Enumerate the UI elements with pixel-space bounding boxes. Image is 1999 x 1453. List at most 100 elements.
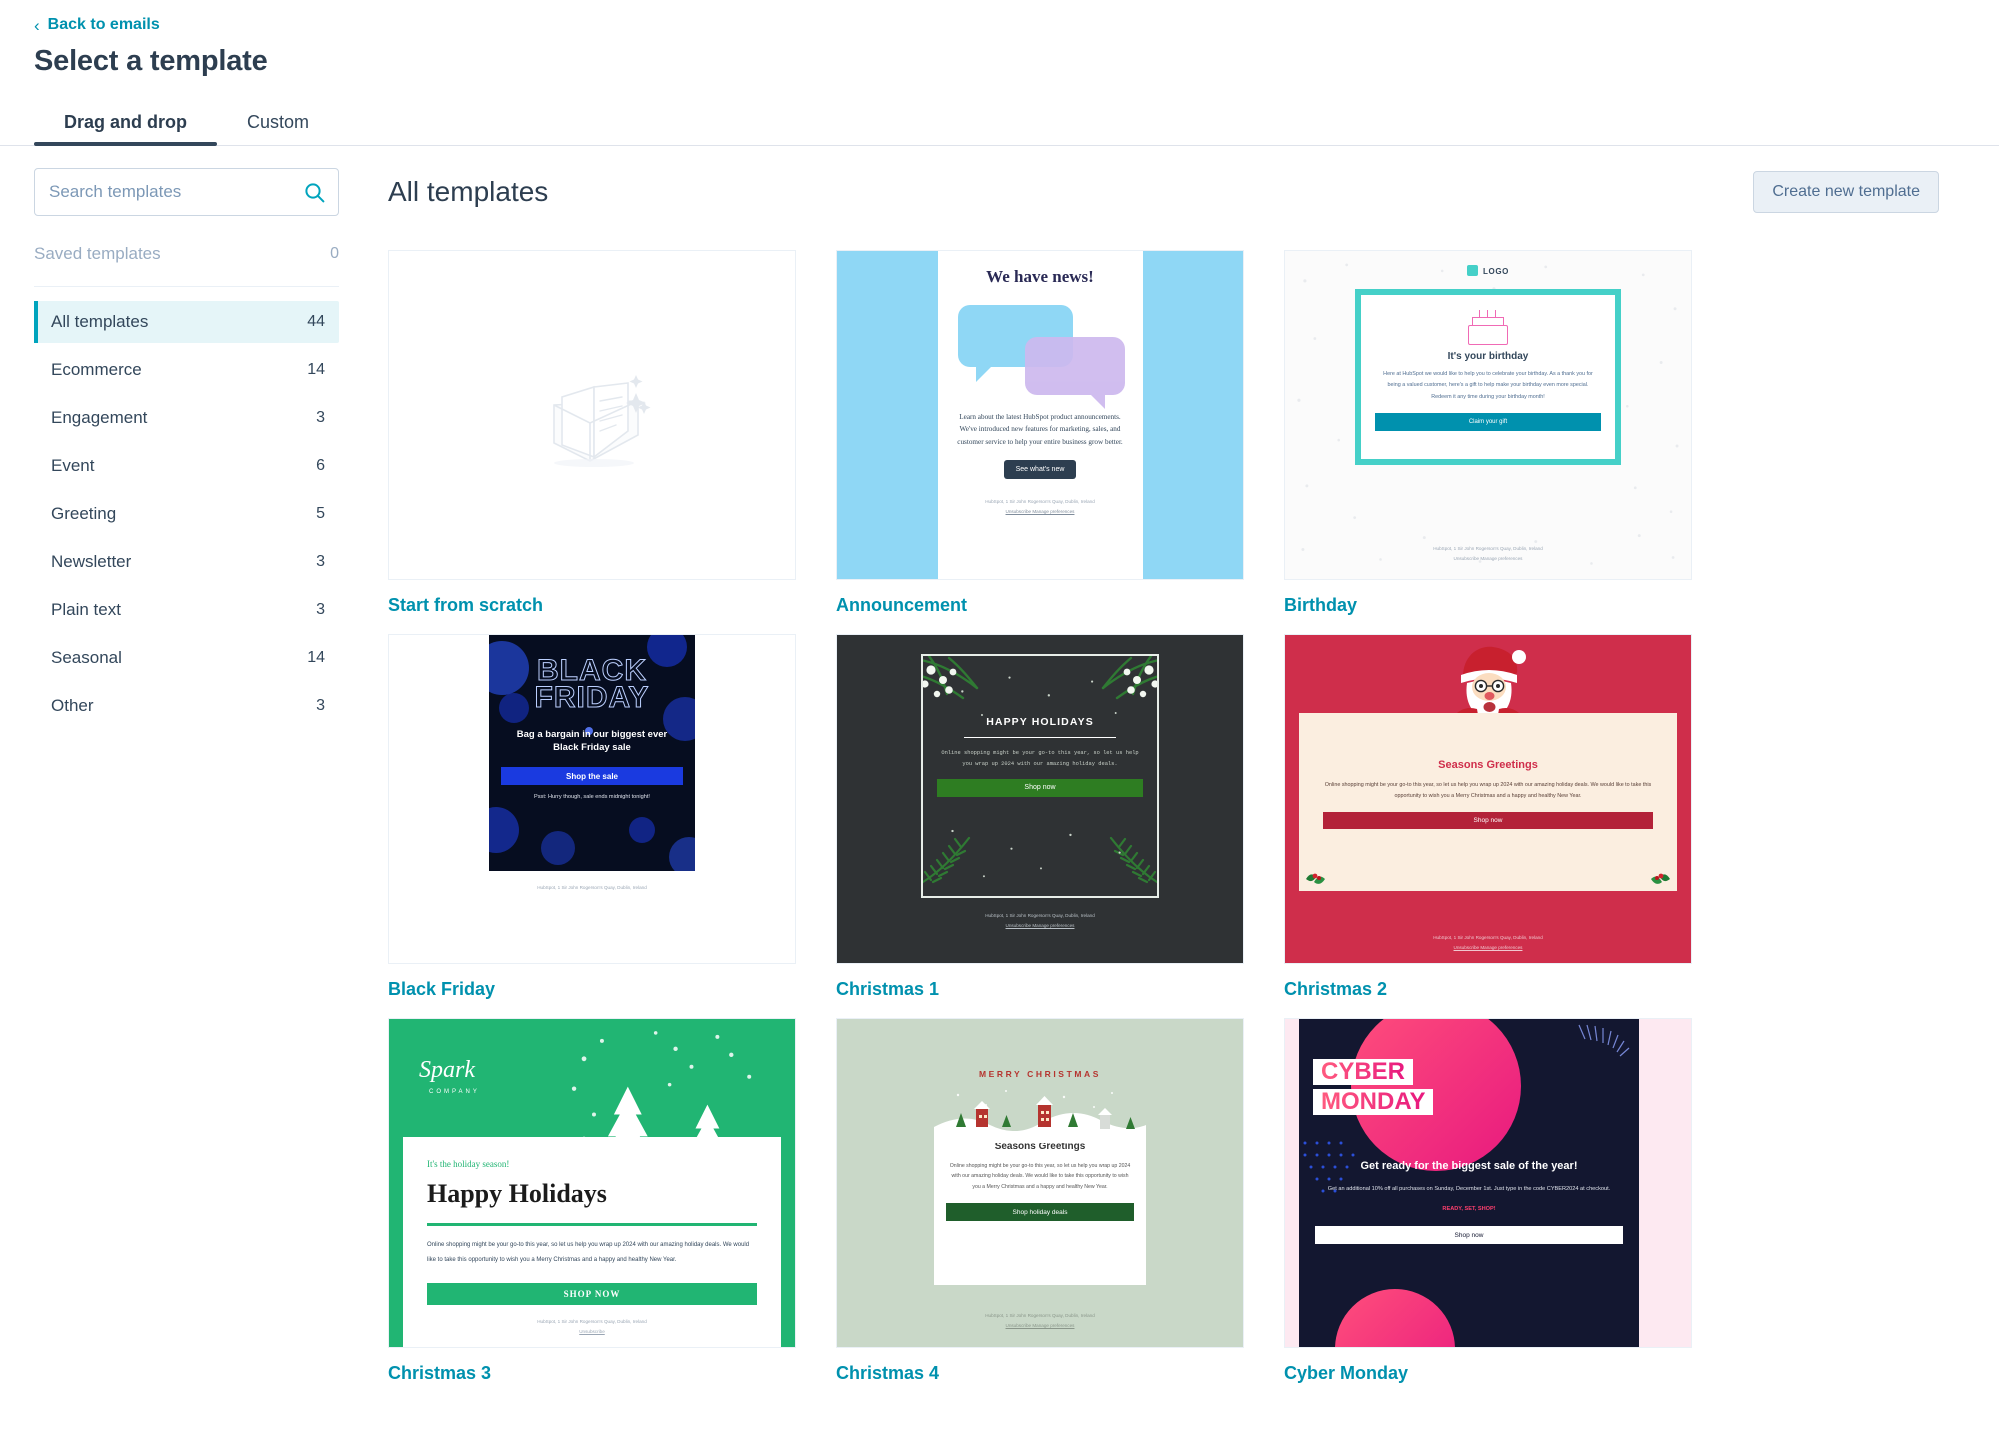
sidebar-item-event[interactable]: Event 6 <box>34 445 339 487</box>
announcement-cta-button: See what's new <box>1003 460 1077 480</box>
category-label: Newsletter <box>51 551 132 571</box>
template-thumbnail-cyber-monday[interactable]: CYBER MONDAY Get ready for the biggest s… <box>1284 1017 1692 1348</box>
template-thumbnail-announcement[interactable]: We have news! Learn about the latest Hub… <box>836 249 1244 580</box>
template-thumbnail-birthday[interactable]: LOGO It's your birthday Here at HubSpot … <box>1284 249 1692 580</box>
cyber-monday-title-line2-wrap: MONDAY <box>1313 1087 1434 1116</box>
category-list: All templates 44 Ecommerce 14 Engagement… <box>34 300 339 727</box>
back-to-emails-link[interactable]: ‹ Back to emails <box>34 16 160 34</box>
christmas2-cta-button: Shop now <box>1323 812 1653 830</box>
category-count: 14 <box>307 648 325 666</box>
cyber-monday-cta-button: Shop now <box>1315 1226 1623 1245</box>
category-count: 3 <box>316 600 325 618</box>
category-count: 6 <box>316 456 325 474</box>
sidebar-item-saved-templates[interactable]: Saved templates 0 <box>34 244 339 287</box>
template-thumbnail-black-friday[interactable]: BLACK FRIDAY Bag a bargain in our bigges… <box>388 633 796 964</box>
category-label: Seasonal <box>51 647 122 667</box>
category-count: 3 <box>316 408 325 426</box>
cyber-monday-title-line2: MONDAY <box>1321 1087 1426 1115</box>
template-name-cyber-monday[interactable]: Cyber Monday <box>1284 1363 1692 1384</box>
announcement-heading: We have news! <box>986 266 1094 286</box>
christmas1-address: HubSpot, 1 Sir John Rogerson's Quay, Dub… <box>985 912 1095 918</box>
category-count: 44 <box>307 312 325 330</box>
category-count: 14 <box>307 360 325 378</box>
category-label: Ecommerce <box>51 359 142 379</box>
christmas2-heading: Seasons Greetings <box>1438 758 1538 771</box>
birthday-cake-icon <box>1465 309 1511 345</box>
template-card: Start from scratch <box>388 249 796 616</box>
christmas3-address: HubSpot, 1 Sir John Rogerson's Quay, Dub… <box>537 1318 647 1324</box>
sidebar-item-plain-text[interactable]: Plain text 3 <box>34 589 339 631</box>
christmas4-address: HubSpot, 1 Sir John Rogerson's Quay, Dub… <box>985 1312 1095 1318</box>
black-friday-cta-button: Shop the sale <box>501 767 683 786</box>
cyber-monday-title-line1-wrap: CYBER <box>1313 1057 1414 1085</box>
template-name-black-friday[interactable]: Black Friday <box>388 979 796 1000</box>
christmas1-footer-links: Unsubscribe Manage preferences <box>1005 922 1075 928</box>
sidebar-item-all-templates[interactable]: All templates 44 <box>34 300 339 343</box>
search-input[interactable] <box>35 168 338 215</box>
christmas2-body: Online shopping might be your go-to this… <box>1324 781 1652 799</box>
black-friday-address: HubSpot, 1 Sir John Rogerson's Quay, Dub… <box>537 884 647 890</box>
section-title: All templates <box>388 175 549 207</box>
cyber-monday-body: Get an additional 10% off all purchases … <box>1327 1185 1611 1192</box>
category-count: 3 <box>316 552 325 570</box>
category-label: Other <box>51 695 94 715</box>
template-name-christmas-2[interactable]: Christmas 2 <box>1284 979 1692 1000</box>
template-card: LOGO It's your birthday Here at HubSpot … <box>1284 249 1692 616</box>
create-new-template-button[interactable]: Create new template <box>1753 170 1939 213</box>
template-name-christmas-4[interactable]: Christmas 4 <box>836 1363 1244 1384</box>
logo-mark-icon <box>1467 264 1479 276</box>
christmas2-address: HubSpot, 1 Sir John Rogerson's Quay, Dub… <box>1433 935 1543 941</box>
category-label: Greeting <box>51 503 117 523</box>
birthday-body: Here at HubSpot we would like to help yo… <box>1383 370 1593 401</box>
template-card: We have news! Learn about the latest Hub… <box>836 249 1244 616</box>
template-thumbnail-christmas-2[interactable]: Seasons Greetings Online shopping might … <box>1284 633 1692 964</box>
speech-bubbles-illustration <box>952 297 1129 409</box>
cyber-monday-title-line1: CYBER <box>1321 1057 1406 1085</box>
template-thumbnail-christmas-1[interactable]: HAPPY HOLIDAYS Online shopping might be … <box>836 633 1244 964</box>
tab-drag-and-drop[interactable]: Drag and drop <box>34 112 218 146</box>
christmas2-footer-links: Unsubscribe Manage preferences <box>1453 945 1523 951</box>
main-header: All templates Create new template <box>388 168 1939 216</box>
template-thumbnail-start-from-scratch[interactable] <box>388 249 796 580</box>
birthday-heading: It's your birthday <box>1447 350 1529 362</box>
tab-custom[interactable]: Custom <box>217 112 339 145</box>
sidebar-item-newsletter[interactable]: Newsletter 3 <box>34 541 339 583</box>
template-name-christmas-1[interactable]: Christmas 1 <box>836 979 1244 1000</box>
template-name-christmas-3[interactable]: Christmas 3 <box>388 1363 796 1384</box>
sidebar-item-engagement[interactable]: Engagement 3 <box>34 397 339 439</box>
christmas4-footer-links: Unsubscribe Manage preferences <box>1005 1322 1075 1328</box>
category-label: Event <box>51 455 95 475</box>
category-count: 5 <box>316 504 325 522</box>
sidebar-item-ecommerce[interactable]: Ecommerce 14 <box>34 349 339 391</box>
christmas3-footer-links: Unsubscribe <box>579 1328 605 1334</box>
sidebar-item-greeting[interactable]: Greeting 5 <box>34 493 339 535</box>
template-name-birthday[interactable]: Birthday <box>1284 595 1692 616</box>
template-grid: Start from scratch We have news! Learn a… <box>388 249 1939 1384</box>
holly-berry-icon <box>1651 873 1670 884</box>
template-card: BLACK FRIDAY Bag a bargain in our bigges… <box>388 633 796 1000</box>
template-type-tabs: Drag and drop Custom <box>0 104 1999 146</box>
announcement-body: Learn about the latest HubSpot product a… <box>957 412 1123 446</box>
christmas4-banner: MERRY CHRISTMAS <box>978 1068 1102 1079</box>
black-friday-body: Bag a bargain in our biggest ever Black … <box>516 728 668 754</box>
template-card: MERRY CHRISTMAS Seasons Greetings Online… <box>836 1017 1244 1384</box>
sidebar-item-other[interactable]: Other 3 <box>34 685 339 727</box>
black-friday-ps: Psst: Hurry though, sale ends midnight t… <box>534 794 650 801</box>
holly-berry-icon <box>1306 873 1325 884</box>
sidebar: Saved templates 0 All templates 44 Ecomm… <box>0 167 340 1384</box>
search-templates-box[interactable] <box>34 167 339 216</box>
template-card: CYBER MONDAY Get ready for the biggest s… <box>1284 1017 1692 1384</box>
winter-village-icon <box>934 1089 1146 1143</box>
cyber-monday-heading: Get ready for the biggest sale of the ye… <box>1360 1160 1578 1173</box>
sidebar-item-seasonal[interactable]: Seasonal 14 <box>34 637 339 679</box>
template-card: HAPPY HOLIDAYS Online shopping might be … <box>836 633 1244 1000</box>
search-icon[interactable] <box>304 182 325 208</box>
template-card: Seasons Greetings Online shopping might … <box>1284 633 1692 1000</box>
template-thumbnail-christmas-4[interactable]: MERRY CHRISTMAS Seasons Greetings Online… <box>836 1017 1244 1348</box>
birthday-footer-links: Unsubscribe Manage preferences <box>1453 556 1523 562</box>
announcement-address: HubSpot, 1 Sir John Rogerson's Quay, Dub… <box>985 499 1095 505</box>
template-name-start-from-scratch[interactable]: Start from scratch <box>388 595 796 616</box>
template-name-announcement[interactable]: Announcement <box>836 595 1244 616</box>
black-friday-title-line1: BLACK <box>537 653 647 687</box>
template-thumbnail-christmas-3[interactable]: Spark COMPANY It's the holiday season! H… <box>388 1017 796 1348</box>
